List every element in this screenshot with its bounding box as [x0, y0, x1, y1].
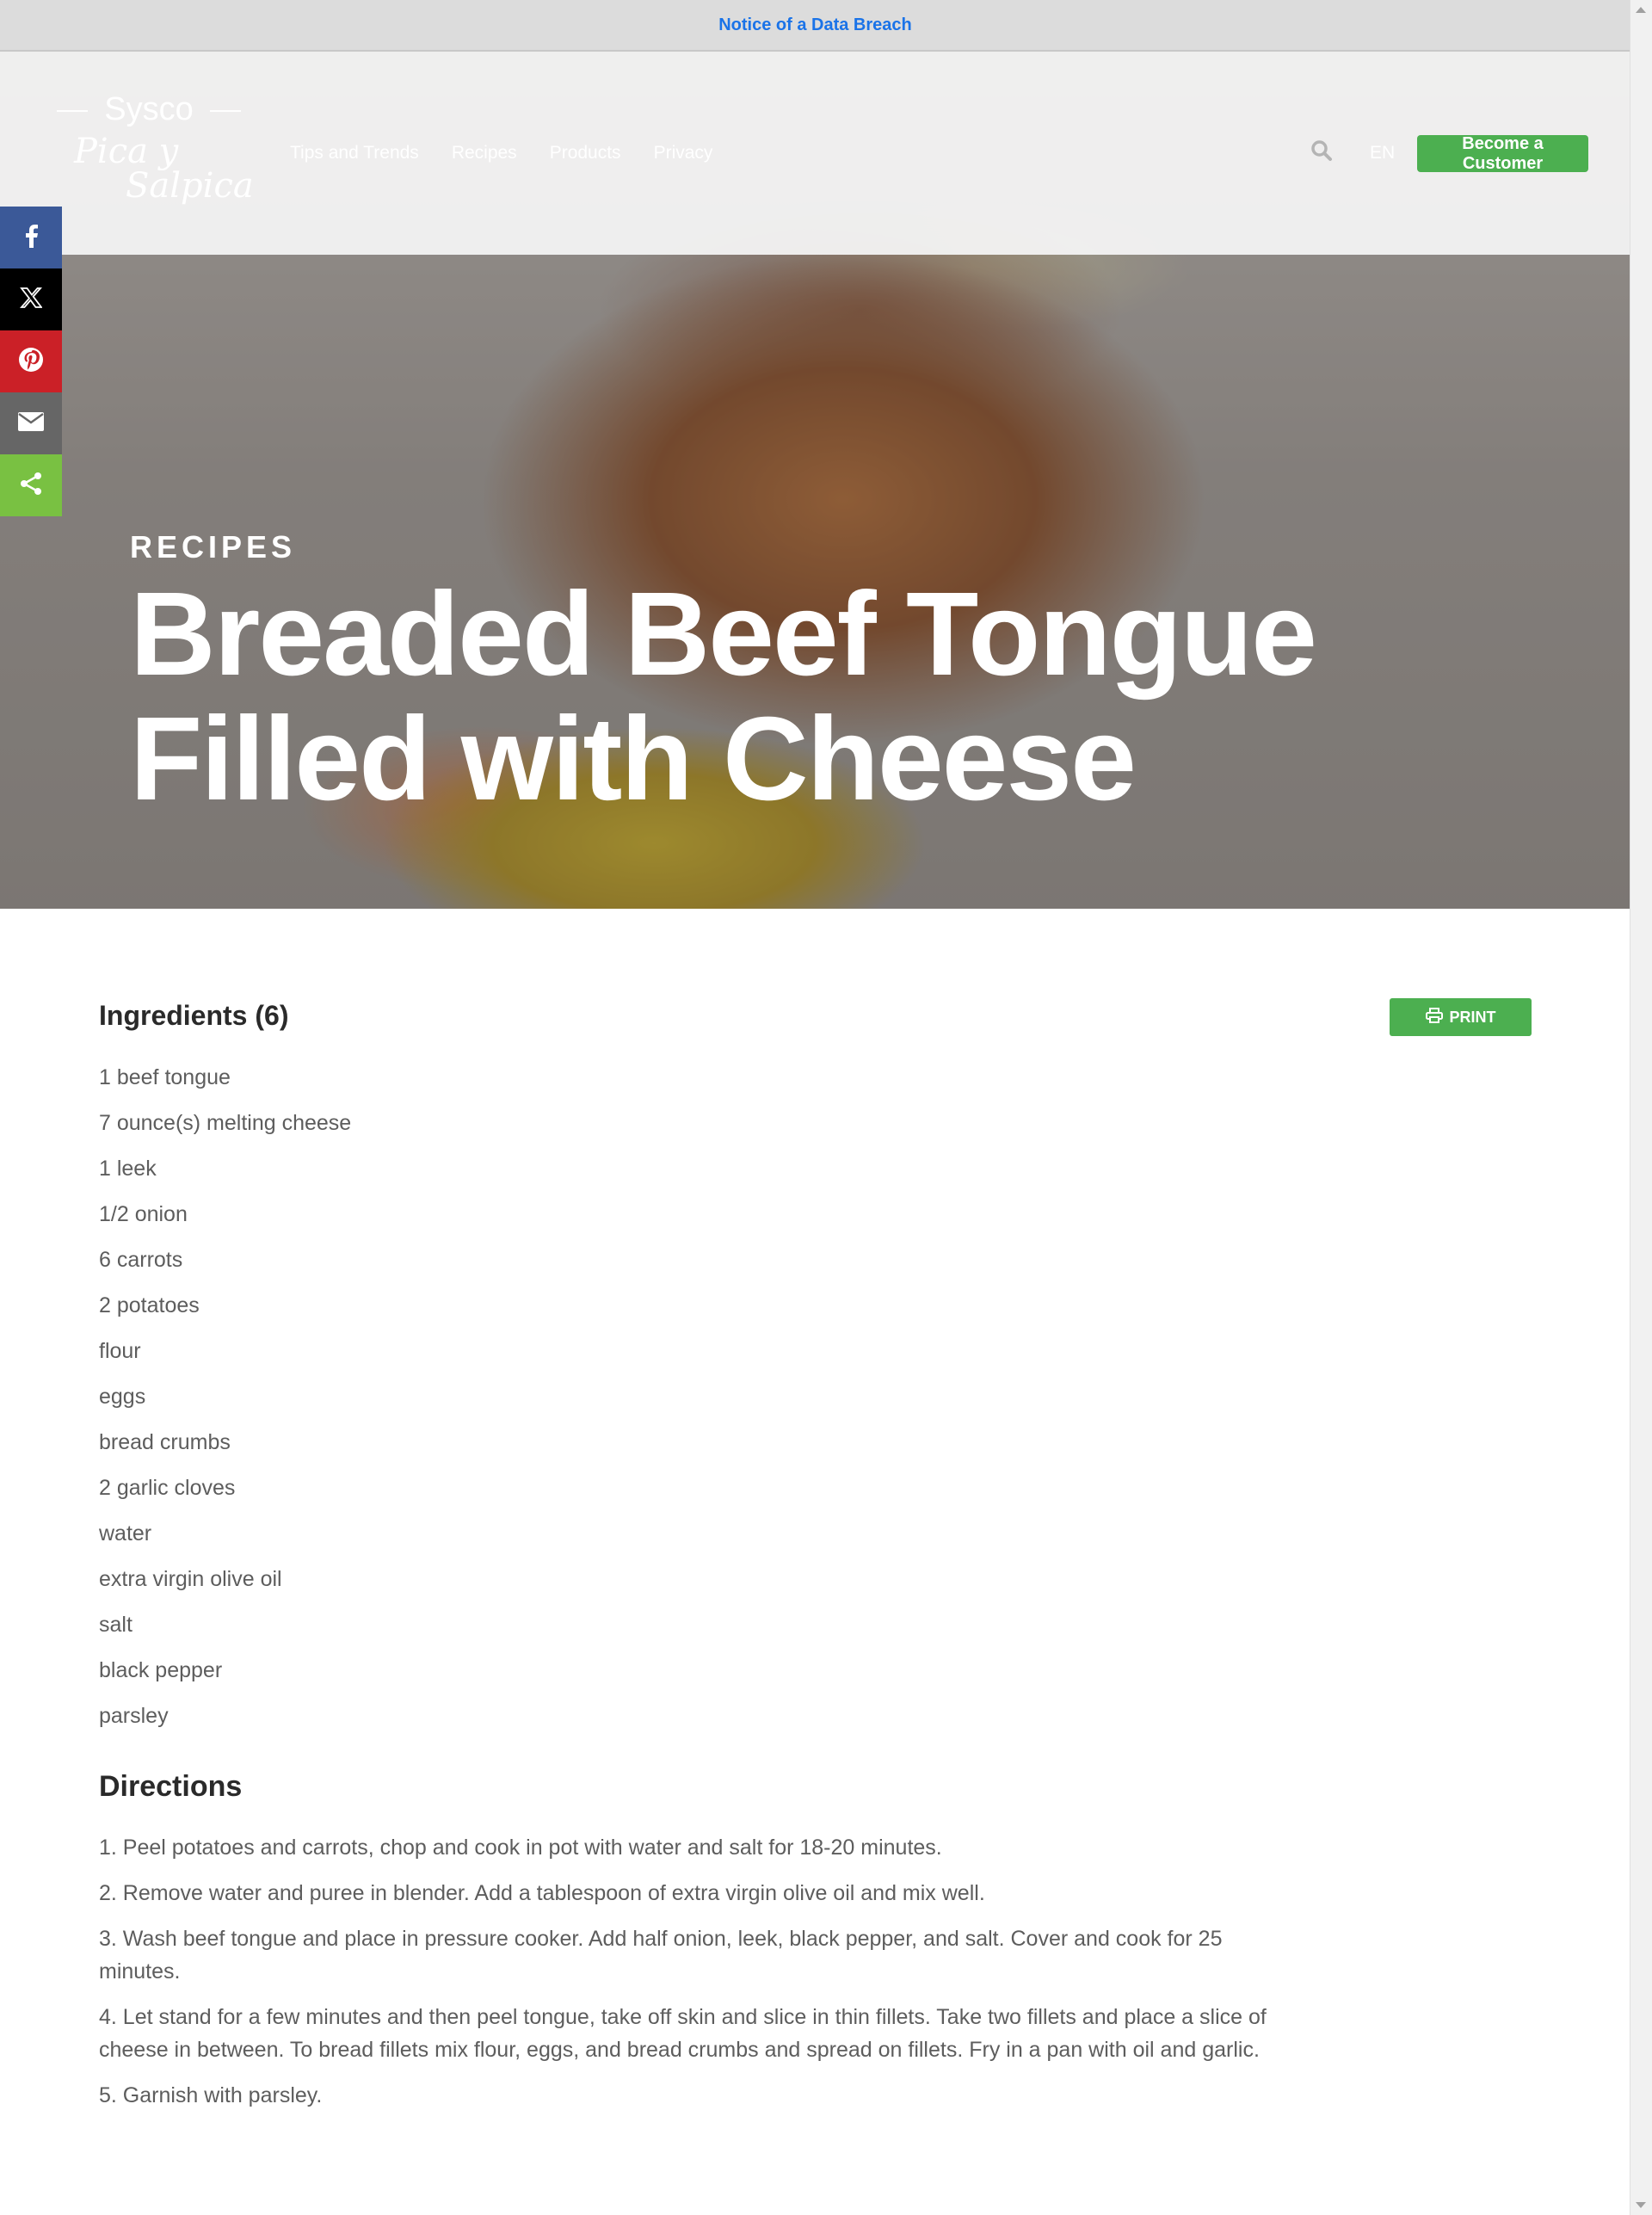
site-logo[interactable]: Sysco Pica y Salpica	[53, 91, 254, 220]
data-breach-notice-link[interactable]: Notice of a Data Breach	[718, 15, 912, 35]
ingredients-list: 1 beef tongue 7 ounce(s) melting cheese …	[99, 1060, 351, 1744]
ingredient-item: 6 carrots	[99, 1248, 183, 1272]
ingredient-item: 7 ounce(s) melting cheese	[99, 1111, 352, 1135]
ingredient-item: 2 potatoes	[99, 1293, 200, 1317]
ingredient-item: 2 garlic cloves	[99, 1476, 236, 1500]
ingredient-item: 1/2 onion	[99, 1202, 188, 1226]
search-icon[interactable]	[1310, 139, 1333, 162]
logo-script-line-2: Salpica	[126, 166, 254, 206]
direction-step: 5. Garnish with parsley.	[99, 2083, 323, 2107]
x-icon	[20, 287, 43, 313]
ingredient-item: water	[99, 1521, 152, 1546]
logo-script-line-1: Pica y	[74, 132, 179, 171]
scroll-up-arrow-icon[interactable]	[1636, 7, 1646, 13]
directions-list: 1. Peel potatoes and carrots, chop and c…	[99, 1831, 1286, 2125]
ingredient-item: black pepper	[99, 1658, 223, 1682]
data-breach-notice-bar: Notice of a Data Breach	[0, 0, 1630, 52]
email-icon	[18, 411, 44, 435]
share-x-button[interactable]	[0, 268, 62, 330]
pinterest-icon	[18, 347, 44, 377]
printer-icon	[1425, 1007, 1443, 1027]
direction-step: 3. Wash beef tongue and place in pressur…	[99, 1927, 1223, 1984]
print-button[interactable]: PRINT	[1390, 998, 1532, 1036]
ingredient-item: extra virgin olive oil	[99, 1567, 282, 1591]
nav-item-privacy[interactable]: Privacy	[654, 143, 713, 164]
hero-kicker: RECIPES	[130, 529, 297, 565]
page-title: Breaded Beef Tongue Filled with Cheese	[130, 572, 1421, 822]
ingredient-item: 1 leek	[99, 1157, 157, 1181]
share-facebook-button[interactable]	[0, 207, 62, 268]
ingredient-item: 1 beef tongue	[99, 1065, 231, 1089]
facebook-icon	[22, 224, 40, 252]
ingredient-item: eggs	[99, 1385, 146, 1409]
ingredient-item: salt	[99, 1613, 133, 1637]
page-title-line-1: Breaded Beef Tongue	[130, 568, 1317, 700]
language-selector[interactable]: EN	[1370, 143, 1395, 164]
main-nav: Tips and Trends Recipes Products Privacy	[290, 143, 712, 164]
ingredient-item: parsley	[99, 1704, 169, 1728]
become-a-customer-button[interactable]: Become a Customer	[1417, 134, 1588, 173]
share-pinterest-button[interactable]	[0, 330, 62, 392]
directions-heading: Directions	[99, 1770, 243, 1803]
nav-item-tips-and-trends[interactable]: Tips and Trends	[290, 143, 419, 164]
print-button-label: PRINT	[1449, 1008, 1496, 1026]
direction-step: 2. Remove water and puree in blender. Ad…	[99, 1881, 985, 1905]
ingredient-item: bread crumbs	[99, 1430, 231, 1454]
nav-item-recipes[interactable]: Recipes	[452, 143, 517, 164]
page-title-line-2: Filled with Cheese	[130, 693, 1137, 825]
page-scrollbar[interactable]	[1630, 0, 1652, 2215]
share-email-button[interactable]	[0, 392, 62, 454]
share-icon	[19, 472, 43, 500]
direction-step: 4. Let stand for a few minutes and then …	[99, 2005, 1267, 2062]
logo-script-text: Pica y Salpica	[74, 132, 254, 206]
ingredients-heading: Ingredients (6)	[99, 1000, 289, 1031]
ingredient-item: flour	[99, 1339, 141, 1363]
direction-step: 1. Peel potatoes and carrots, chop and c…	[99, 1836, 942, 1860]
logo-brand-text: Sysco	[53, 91, 244, 128]
scroll-down-arrow-icon[interactable]	[1636, 2202, 1646, 2208]
share-more-button[interactable]	[0, 454, 62, 516]
nav-item-products[interactable]: Products	[550, 143, 621, 164]
